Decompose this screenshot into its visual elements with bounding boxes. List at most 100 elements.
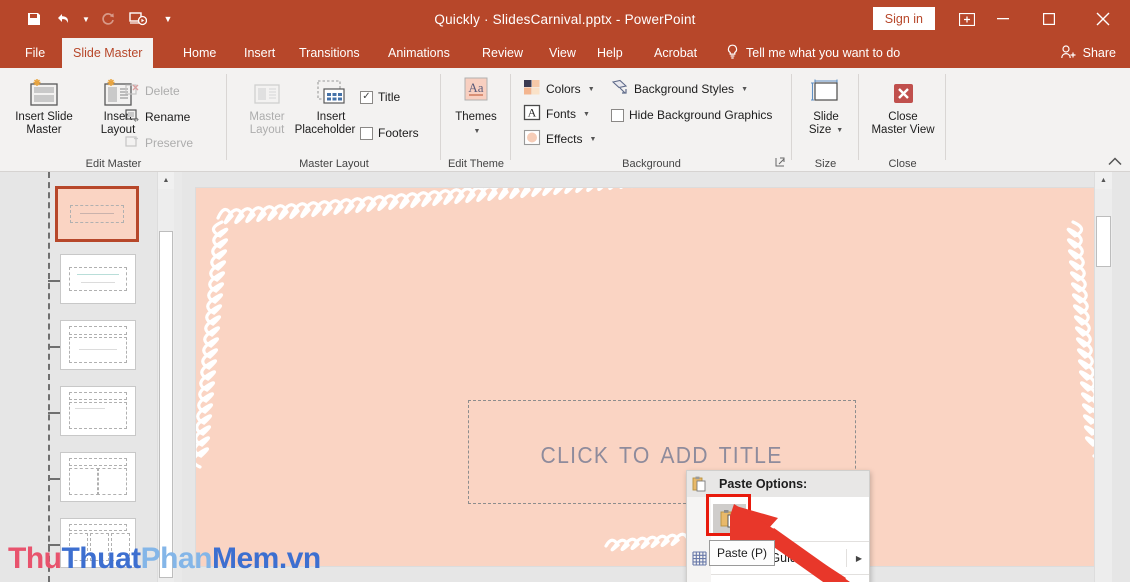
chevron-right-icon[interactable]: ▶ [856,554,862,563]
background-dialog-launcher[interactable] [775,157,785,169]
chevron-down-icon[interactable]: ▼ [741,86,748,93]
start-presentation-icon[interactable] [124,5,152,33]
svg-text:Aa: Aa [468,80,483,95]
thumbnail-left-placeholder [69,468,99,495]
undo-caret-icon[interactable]: ▼ [80,15,92,24]
background-styles-button[interactable]: Background Styles ▼ [611,78,748,100]
share-button[interactable]: Share [1060,38,1116,68]
thumbnail-right-placeholder [97,468,127,495]
menu-item-ruler[interactable]: Ruler [687,575,869,582]
scroll-up-icon[interactable]: ▲ [158,172,174,189]
footers-checkbox-label: Footers [378,126,419,140]
tab-home[interactable]: Home [172,38,227,68]
thumbnail-title-placeholder [69,326,127,335]
rename-master-button[interactable]: Rename [125,106,190,128]
close-master-view-label-2: Master View [871,124,935,136]
rename-label: Rename [145,110,191,124]
close-master-view-button[interactable]: Close Master View [867,74,939,137]
scrollbar-thumb[interactable] [159,231,173,578]
tab-help[interactable]: Help [586,38,634,68]
pane-splitter[interactable] [174,172,182,582]
themes-button[interactable]: Aa Themes ▼ [440,74,512,138]
hide-background-graphics-checkbox[interactable]: Hide Background Graphics [611,104,772,126]
paste-use-destination-theme-button[interactable] [713,504,746,534]
tab-acrobat[interactable]: Acrobat [643,38,708,68]
background-styles-label: Background Styles [634,82,735,96]
collapse-ribbon-icon[interactable] [1108,157,1122,169]
tab-review[interactable]: Review [471,38,534,68]
tab-transitions[interactable]: Transitions [288,38,371,68]
minimize-button[interactable] [980,0,1026,38]
person-add-icon [1060,44,1077,62]
thumbnail-col2-placeholder [90,533,109,561]
redo-icon[interactable] [94,5,122,33]
tab-insert[interactable]: Insert [233,38,286,68]
clipboard-icon [687,471,711,497]
delete-icon [125,83,140,100]
save-icon[interactable] [20,5,48,33]
list-item[interactable] [60,386,136,436]
slide-size-icon [808,74,844,108]
ribbon: Insert Slide Master Insert Layout Delete [0,68,1130,172]
master-layout-group-label: Master Layout [299,158,369,170]
undo-icon[interactable] [50,5,78,33]
slide-vertical-scrollbar[interactable]: ▲ [1094,172,1112,582]
scroll-up-icon[interactable]: ▲ [1095,172,1112,189]
insert-slide-master-icon [27,74,61,108]
delete-master-button[interactable]: Delete [125,80,180,102]
footers-checkbox[interactable]: Footers [360,122,419,144]
sign-in-button[interactable]: Sign in [872,7,935,30]
effects-button[interactable]: Effects ▼ [523,128,596,150]
chevron-down-icon[interactable]: ▼ [589,136,596,143]
colors-button[interactable]: Colors ▼ [523,78,595,100]
list-item[interactable] [60,452,136,502]
themes-icon: Aa [459,74,493,108]
tooltip: Paste (P) [709,540,775,566]
list-item[interactable] [60,518,136,568]
ruler-blank-icon [687,575,711,582]
effects-label: Effects [546,132,583,146]
fonts-icon: A [523,104,541,124]
tab-file[interactable]: File [14,38,56,68]
ribbon-display-options-icon[interactable] [954,8,980,30]
ribbon-group-edit-master: Insert Slide Master Insert Layout Delete [0,68,227,172]
thumbnail-col1-placeholder [69,533,88,561]
preserve-label: Preserve [145,136,194,150]
tab-animations[interactable]: Animations [377,38,461,68]
edit-master-group-label: Edit Master [85,158,142,170]
thumbnail-body-placeholder [69,402,127,429]
thumbnail-title-placeholder [69,524,127,531]
thumbnail-text-line [80,213,114,214]
tab-view[interactable]: View [538,38,587,68]
slide-editing-area[interactable]: Click to add title ▲ [182,172,1112,582]
svg-text:A: A [528,106,537,120]
fonts-button[interactable]: A Fonts ▼ [523,103,590,125]
insert-slide-master-button[interactable]: Insert Slide Master [8,74,80,137]
list-item[interactable] [60,320,136,370]
paste-options-header: Paste Options: [687,471,869,497]
title-checkbox[interactable]: ✓ Title [360,86,400,108]
hierarchy-connector [48,280,60,282]
list-item[interactable] [60,254,136,304]
scrollbar-thumb[interactable] [1096,216,1111,267]
chevron-down-icon[interactable]: ▼ [836,124,843,137]
close-button[interactable] [1080,0,1126,38]
tell-me-label: Tell me what you want to do [746,46,901,60]
thumbnail-scrollbar[interactable]: ▲ [157,172,174,582]
chevron-down-icon[interactable]: ▼ [474,125,481,138]
chevron-down-icon[interactable]: ▼ [583,111,590,118]
tell-me-search[interactable]: Tell me what you want to do [726,38,900,68]
list-item[interactable] [55,186,139,242]
master-layout-label-2: Layout [249,124,285,136]
slide-canvas[interactable]: Click to add title [196,188,1099,566]
ribbon-group-background: Colors ▼ A Fonts ▼ Effects ▼ Background … [511,68,792,172]
preserve-master-button[interactable]: Preserve [125,132,193,154]
chevron-down-icon[interactable]: ▼ [588,86,595,93]
customize-qat-caret-icon[interactable]: ▼ [162,14,174,24]
insert-placeholder-label-1: Insert [316,111,346,123]
slide-thumbnail-pane[interactable] [0,172,157,582]
tab-slide-master[interactable]: Slide Master [62,38,154,68]
effects-icon [523,129,541,149]
slide-size-button[interactable]: Slide Size ▼ [790,74,862,137]
maximize-button[interactable] [1026,0,1072,38]
